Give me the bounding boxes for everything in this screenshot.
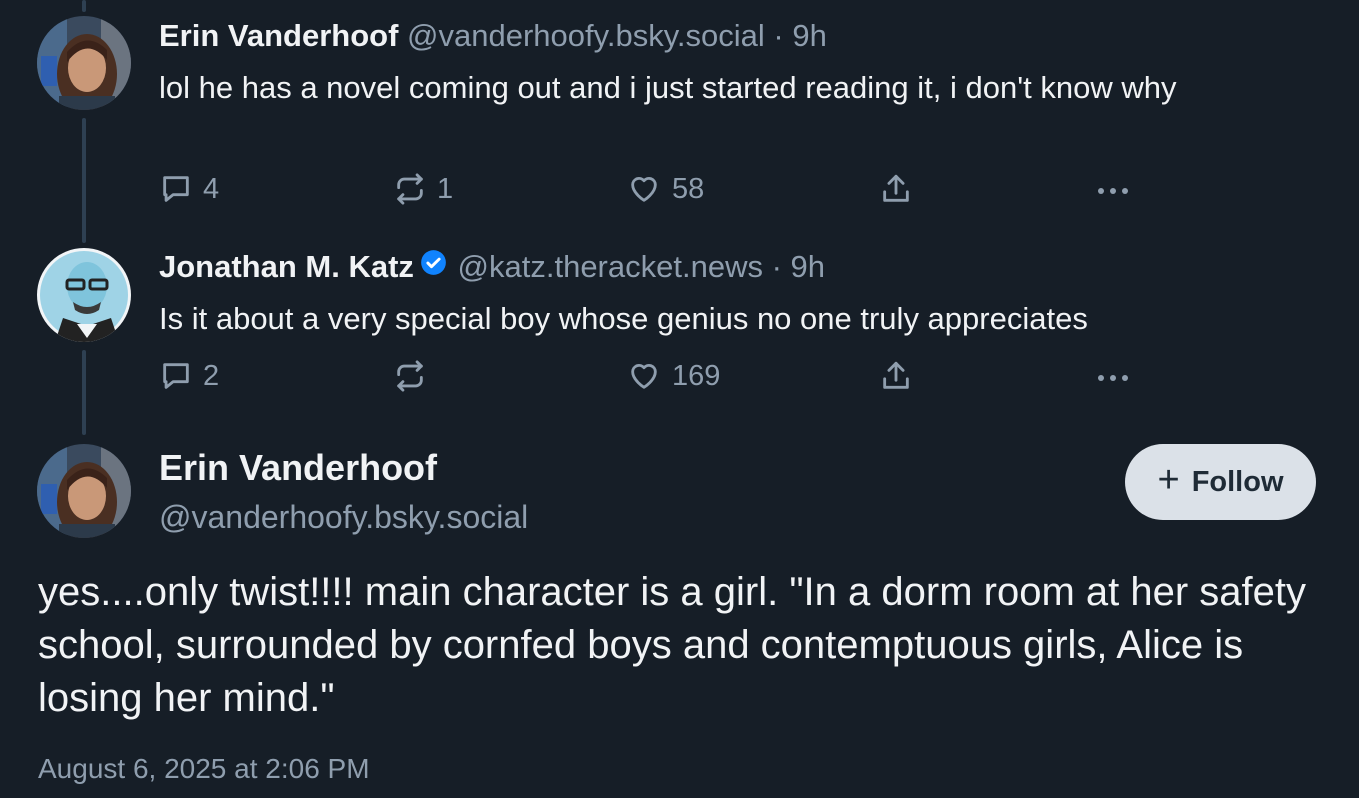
like-button[interactable]: 58 — [626, 169, 704, 209]
more-button[interactable] — [1094, 356, 1132, 396]
heart-icon — [626, 359, 662, 393]
repost-icon — [393, 359, 427, 393]
reply-button[interactable]: 2 — [159, 356, 219, 396]
post-header: Erin Vanderhoof @vanderhoofy.bsky.social… — [159, 17, 827, 55]
author-handle[interactable]: @vanderhoofy.bsky.social — [407, 18, 765, 53]
more-icon — [1094, 172, 1132, 206]
reply-count: 2 — [203, 359, 220, 392]
plus-icon: + — [1157, 459, 1180, 501]
more-button[interactable] — [1094, 169, 1132, 209]
author-name[interactable]: Jonathan M. Katz — [159, 249, 414, 284]
repost-icon — [393, 172, 427, 206]
avatar[interactable] — [37, 248, 131, 342]
share-button[interactable] — [879, 356, 913, 396]
like-count: 58 — [672, 172, 705, 205]
thread-line-top — [82, 0, 86, 12]
post-text: Is it about a very special boy whose gen… — [159, 301, 1088, 336]
author-handle[interactable]: @katz.theracket.news — [458, 249, 763, 284]
post-time[interactable]: · 9h — [773, 18, 826, 53]
more-icon — [1094, 359, 1132, 393]
share-icon — [879, 171, 913, 207]
like-count: 169 — [672, 359, 721, 392]
post-timestamp[interactable]: August 6, 2025 at 2:06 PM — [38, 751, 370, 787]
post-text: yes....only twist!!!! main character is … — [38, 570, 1306, 720]
follow-label: Follow — [1191, 465, 1284, 498]
post-text: lol he has a novel coming out and i just… — [159, 70, 1177, 105]
reply-icon — [159, 359, 193, 393]
like-button[interactable]: 169 — [626, 356, 720, 396]
heart-icon — [626, 172, 662, 206]
repost-button[interactable] — [393, 356, 427, 396]
verified-check-icon — [420, 247, 447, 285]
avatar[interactable] — [37, 16, 131, 110]
author-handle[interactable]: @vanderhoofy.bsky.social — [159, 497, 528, 537]
reply-icon — [159, 172, 193, 206]
thread-line-1 — [82, 118, 86, 243]
author-name[interactable]: Erin Vanderhoof — [159, 446, 437, 490]
repost-button[interactable]: 1 — [393, 169, 453, 209]
share-button[interactable] — [879, 169, 913, 209]
share-icon — [879, 358, 913, 394]
thread-line-2 — [82, 350, 86, 435]
author-name[interactable]: Erin Vanderhoof — [159, 18, 398, 53]
reply-button[interactable]: 4 — [159, 169, 219, 209]
repost-count: 1 — [437, 172, 454, 205]
avatar[interactable] — [37, 444, 131, 538]
follow-button[interactable]: + Follow — [1125, 444, 1316, 520]
post-header: Jonathan M. Katz @katz.theracket.news · … — [159, 248, 825, 286]
post-time[interactable]: · 9h — [772, 249, 825, 284]
reply-count: 4 — [203, 172, 220, 205]
